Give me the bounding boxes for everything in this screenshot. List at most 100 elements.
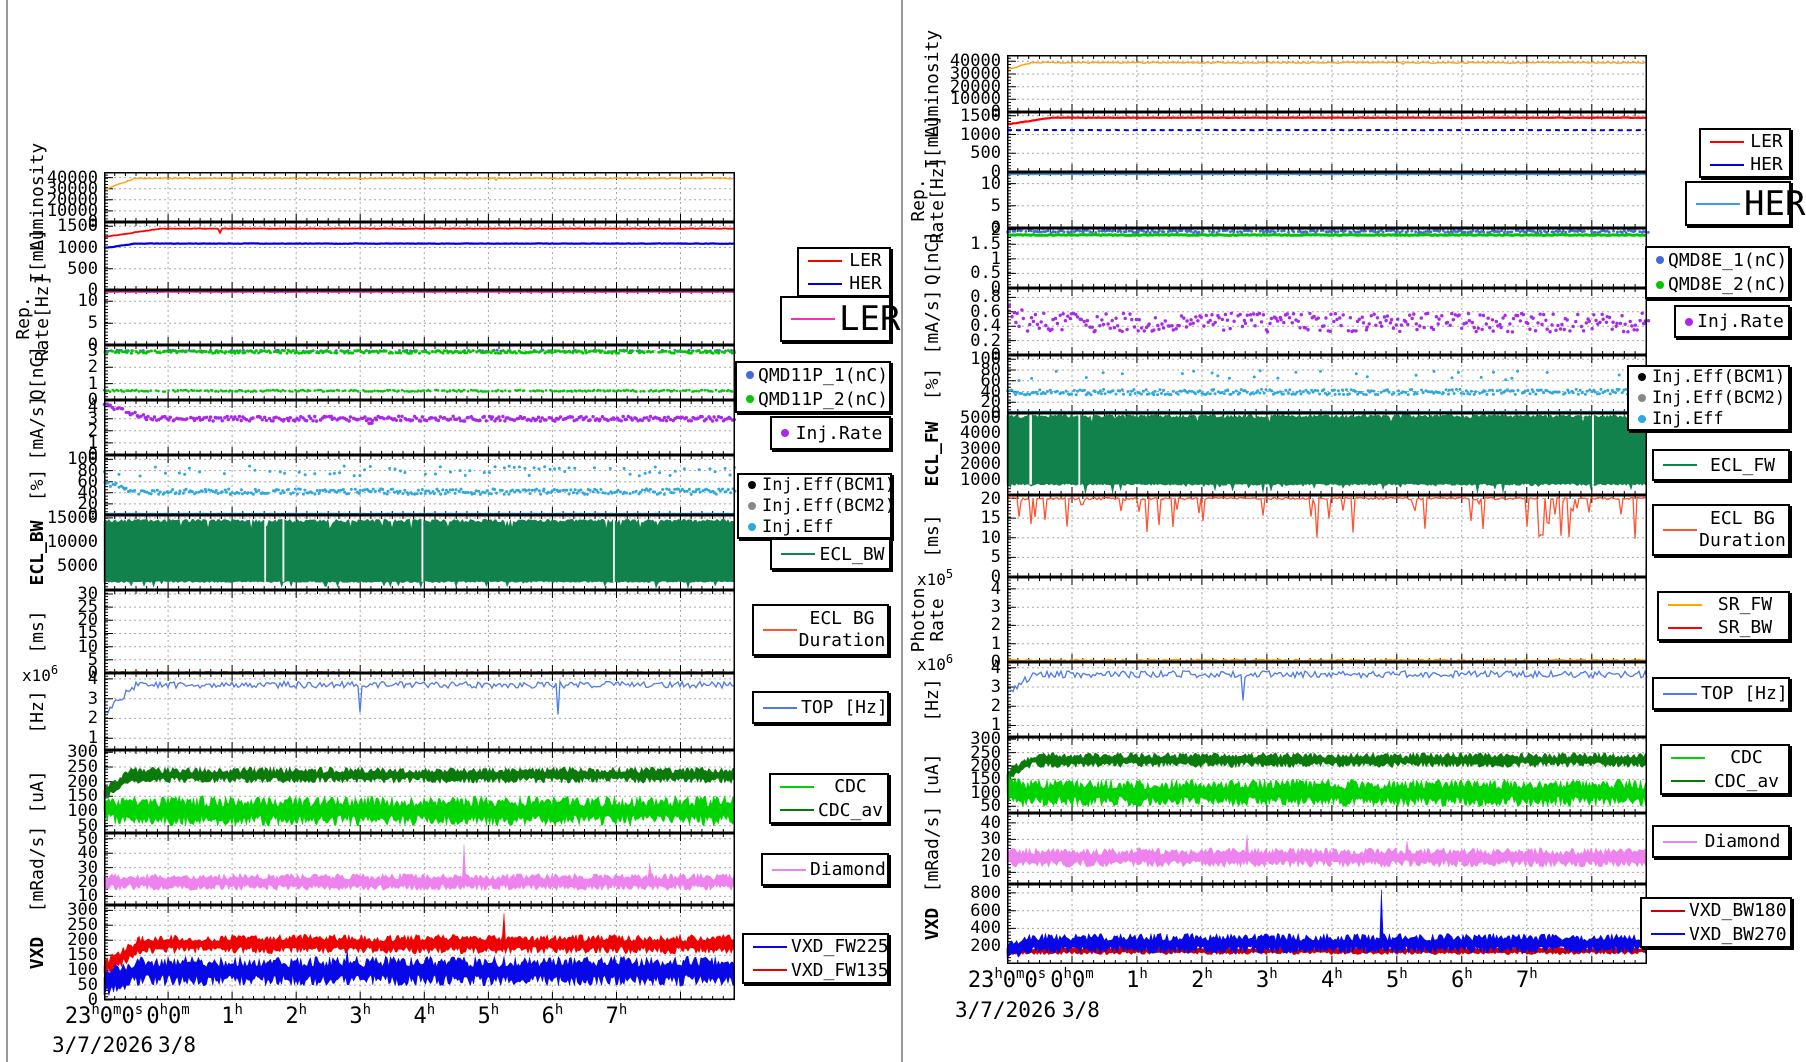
plot-luminosity — [103, 172, 735, 223]
row-charge: Q[nC] 3 2 1 0 — [10, 341, 737, 410]
row-ecl-fw: ECL_FW 5000 4000 3000 2000 1000 — [905, 408, 1647, 495]
plot-cdc — [103, 750, 735, 833]
tick-label: 3 — [990, 677, 1001, 697]
series-QMD8E_2(nC) — [1006, 232, 1648, 238]
tick-label: 1000 — [57, 237, 98, 258]
row-diamond: [mRad/s] 50 40 30 20 10 — [10, 826, 735, 912]
tick-label: 20 — [980, 488, 1001, 509]
plot-current — [1006, 112, 1648, 173]
line-marker-icon — [780, 785, 814, 788]
series-VXD_FW225 — [103, 949, 735, 996]
legend-entry: CDC — [771, 775, 887, 799]
plot-rep-rate — [103, 290, 735, 346]
row-rep-rate: Rep. Rate[Hz] 10 5 0 — [905, 157, 1648, 243]
legend-sr: SR_FW SR_BW — [1657, 591, 1790, 641]
row-current: I[mA] 1500 1000 500 0 — [905, 106, 1648, 182]
line-marker-icon — [1710, 163, 1744, 166]
line-marker-icon — [1651, 933, 1685, 936]
line-marker-icon — [763, 706, 797, 709]
line-marker-icon — [1663, 840, 1697, 843]
tick-label: 500 — [970, 143, 1001, 164]
row-vxd: VXD 800 600 400 200 — [905, 883, 1647, 964]
legend-label: HER — [1744, 183, 1806, 224]
x-axis-label: 7h — [1515, 966, 1538, 993]
legend-cdc: CDC CDC_av — [1660, 744, 1790, 795]
series-CDC_av — [1006, 751, 1646, 784]
plot-inj-eff — [103, 455, 737, 517]
legend-label: ECL_FW — [1709, 454, 1776, 476]
legend-entry: LER — [799, 249, 889, 272]
date-label: 3/7/2026 — [955, 998, 1057, 1022]
row-photon-rate: Photon Rate x105 4 3 2 1 0 — [905, 567, 1648, 672]
line-marker-icon — [808, 282, 842, 285]
tick-label: 15000 — [46, 507, 98, 528]
legend-entry: SR_FW — [1659, 593, 1788, 616]
legend-inj-rate: Inj.Rate — [1674, 305, 1790, 338]
date-label: 3/7/2026 — [52, 1033, 154, 1057]
plot-diamond — [1006, 813, 1647, 884]
tick-label: 10 — [980, 527, 1001, 548]
plot-vxd — [1006, 884, 1647, 964]
legend-entry: TOP [Hz] — [1654, 679, 1788, 708]
legend-entry: QMD8E_2(nC) — [1647, 273, 1788, 298]
legend-label: QMD11P_1(nC) — [758, 364, 889, 386]
legend-entry: VXD_FW225 — [744, 935, 889, 959]
legend-qmd: QMD11P_1(nC) QMD11P_2(nC) — [735, 361, 891, 413]
tick-label: 1500 — [960, 105, 1001, 126]
plot-luminosity — [1006, 55, 1648, 113]
legend-label: SR_FW — [1717, 594, 1773, 615]
plot-inj-rate — [102, 400, 736, 456]
legend-entry: SR_BW — [1659, 616, 1788, 639]
legend-inj-rate: Inj.Rate — [770, 416, 891, 450]
legend-entry: Inj.Eff — [739, 516, 890, 537]
tick-label: 5 — [990, 547, 1001, 568]
legend-entry: QMD11P_2(nC) — [737, 387, 889, 411]
legend-label: Diamond — [1704, 831, 1781, 852]
series-Inj.Rate — [1007, 303, 1651, 334]
legend-label: CDC_av — [818, 799, 884, 821]
series-Luminosity — [1006, 61, 1648, 71]
legend-label: Inj.Eff(BCM2) — [762, 496, 896, 516]
row-ecl-bg-duration: [ms] 20 15 10 5 0 — [905, 489, 1647, 587]
dot-marker-icon — [1638, 394, 1646, 402]
legend-label: HER — [849, 273, 882, 294]
line-marker-icon — [808, 259, 842, 262]
tick-label: 5 — [990, 195, 1001, 216]
legend-entry: Inj.Eff(BCM2) — [1629, 388, 1788, 409]
legend-entry: VXD_BW270 — [1642, 923, 1790, 947]
line-marker-icon — [753, 969, 787, 972]
legend-label: TOP [Hz] — [1701, 683, 1788, 704]
legend-label: Diamond — [810, 859, 886, 880]
legend-label: ECL BG Duration — [798, 608, 886, 651]
legend-cdc: CDC CDC_av — [769, 773, 889, 824]
date-label: 3/8 — [1061, 998, 1100, 1022]
dot-marker-icon — [748, 522, 756, 531]
plot-photon-rate — [1006, 577, 1648, 663]
tick-label: 2 — [990, 615, 1001, 636]
line-marker-icon — [781, 553, 815, 555]
legend-ecl-bw: ECL_BW — [770, 538, 891, 570]
legend-entry: QMD11P_1(nC) — [737, 363, 889, 387]
line-marker-icon — [1696, 202, 1740, 205]
legend-entry: TOP [Hz] — [754, 693, 888, 722]
row-top: [Hz] x106 4 3 2 1 — [10, 663, 735, 750]
line-marker-icon — [1651, 909, 1685, 912]
series-LER — [1006, 116, 1648, 126]
legend-label: CDC — [1730, 747, 1763, 769]
line-marker-icon — [1663, 692, 1697, 695]
line-marker-icon — [772, 868, 806, 871]
plot-ecl-bg-duration — [1006, 495, 1647, 578]
legend-ring-big: LER — [780, 296, 900, 342]
dot-marker-icon — [1685, 317, 1693, 326]
row-cdc: [uA] 300 250 200 150 100 50 — [10, 742, 735, 836]
legend-entry: ECL BG Duration — [1654, 506, 1788, 554]
legend-label: CDC — [834, 776, 867, 798]
legend-vxd: VXD_FW225 VXD_FW135 — [742, 933, 889, 984]
row-inj-rate: [mA/s] 4 3 2 1 0 — [10, 395, 736, 465]
dot-marker-icon — [1656, 256, 1664, 265]
panel-right: Luminosity 40000 30000 20000 10000 0 I[mA] 1500… — [901, 0, 1806, 1062]
series-ECL_FW — [1006, 414, 1646, 494]
tick-label: 3 — [990, 597, 1001, 618]
plot-top — [103, 673, 735, 750]
tick-label: 10 — [77, 291, 98, 312]
